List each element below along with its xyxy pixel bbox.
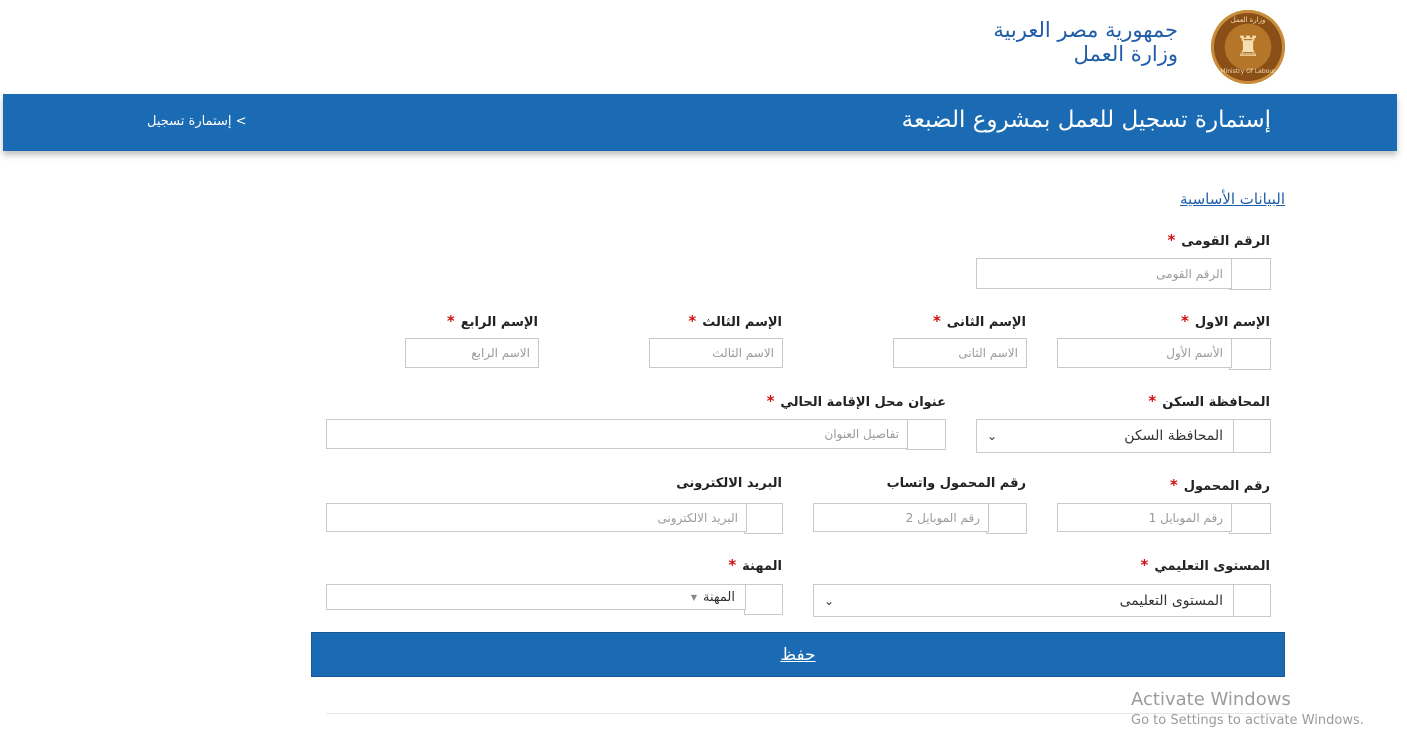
- first-name-placeholder: الأسم الأول: [1166, 346, 1223, 360]
- governorate-addon: [1232, 419, 1271, 453]
- first-name-input[interactable]: الأسم الأول: [1057, 338, 1232, 368]
- education-label-text: المستوى التعليمي: [1154, 559, 1270, 574]
- chevron-down-icon: ⌄: [824, 593, 835, 608]
- second-name-label-text: الإسم الثانى: [946, 315, 1026, 330]
- mobile-label-text: رقم المحمول: [1183, 479, 1270, 494]
- triangle-down-icon: ▼: [690, 592, 698, 602]
- education-select[interactable]: المستوى التعليمى ⌄: [813, 584, 1234, 617]
- governorate-select[interactable]: المحافظة السكن ⌄: [976, 419, 1234, 453]
- eagle-icon: ♜: [1235, 30, 1261, 63]
- whatsapp-label: رقم المحمول واتساب: [887, 476, 1026, 491]
- governorate-value: المحافظة السكن: [1124, 428, 1223, 444]
- chevron-down-icon: ⌄: [987, 429, 998, 443]
- education-addon: [1232, 584, 1271, 617]
- mobile-input[interactable]: رقم الموبايل 1: [1057, 503, 1232, 532]
- logo-bottom-text: Ministry Of Labour: [1220, 68, 1276, 75]
- logo-top-text: وزارة العمل: [1230, 16, 1266, 24]
- ministry-name: وزارة العمل: [1073, 42, 1178, 66]
- whatsapp-input[interactable]: رقم الموبايل 2: [813, 503, 989, 532]
- address-label-text: عنوان محل الإقامة الحالي: [780, 395, 946, 410]
- email-label-text: البريد الالكترونى: [676, 476, 782, 491]
- education-label: المستوى التعليمي *: [1140, 556, 1270, 574]
- second-name-input[interactable]: الاسم الثانى: [893, 338, 1027, 368]
- first-name-label-text: الإسم الاول: [1194, 315, 1270, 330]
- governorate-label-text: المحافظة السكن: [1162, 395, 1270, 410]
- required-marker: *: [688, 312, 697, 330]
- fourth-name-input[interactable]: الاسم الرابع: [405, 338, 539, 368]
- governorate-label: المحافظة السكن *: [1148, 392, 1270, 410]
- third-name-input[interactable]: الاسم الثالث: [649, 338, 783, 368]
- profession-label: المهنة *: [728, 556, 782, 574]
- fourth-name-placeholder: الاسم الرابع: [471, 346, 530, 360]
- first-name-label: الإسم الاول *: [1181, 312, 1270, 330]
- required-marker: *: [446, 312, 455, 330]
- address-placeholder: تفاصيل العنوان: [824, 427, 899, 441]
- email-label: البريد الالكترونى: [676, 476, 782, 491]
- first-name-addon: [1229, 338, 1271, 370]
- required-marker: *: [766, 392, 775, 410]
- required-marker: *: [932, 312, 941, 330]
- activate-windows-title: Activate Windows: [1131, 689, 1291, 710]
- required-marker: *: [1169, 476, 1178, 494]
- required-marker: *: [728, 556, 737, 574]
- country-name: جمهورية مصر العربية: [993, 18, 1178, 42]
- basic-data-link[interactable]: البيانات الأساسية: [1180, 190, 1285, 208]
- second-name-label: الإسم الثانى *: [933, 312, 1026, 330]
- address-input[interactable]: تفاصيل العنوان: [326, 419, 908, 449]
- activate-windows-subtitle: Go to Settings to activate Windows.: [1131, 713, 1364, 728]
- second-name-placeholder: الاسم الثانى: [958, 346, 1018, 360]
- profession-select[interactable]: المهنة ▼: [326, 584, 746, 610]
- fourth-name-label-text: الإسم الرابع: [460, 315, 538, 330]
- required-marker: *: [1148, 392, 1157, 410]
- mobile-placeholder: رقم الموبايل 1: [1148, 510, 1223, 525]
- national-id-placeholder: الرقم القومى: [1156, 266, 1223, 281]
- breadcrumb[interactable]: > إستمارة تسجيل: [147, 114, 247, 129]
- whatsapp-label-text: رقم المحمول واتساب: [886, 476, 1026, 491]
- third-name-label: الإسم الثالث *: [688, 312, 782, 330]
- profession-label-text: المهنة: [742, 559, 782, 574]
- mobile-addon: [1229, 503, 1271, 534]
- government-title: جمهورية مصر العربية وزارة العمل: [993, 18, 1178, 66]
- national-id-input[interactable]: الرقم القومى: [976, 258, 1232, 289]
- education-value: المستوى التعليمى: [1119, 592, 1223, 609]
- national-id-addon: [1229, 258, 1271, 290]
- required-marker: *: [1181, 312, 1189, 330]
- third-name-placeholder: الاسم الثالث: [712, 346, 774, 360]
- address-label: عنوان محل الإقامة الحالي *: [767, 392, 946, 410]
- address-addon: [906, 419, 946, 450]
- save-button[interactable]: حفظ: [311, 632, 1285, 677]
- profession-addon: [744, 584, 783, 615]
- profession-value: المهنة: [703, 589, 735, 605]
- required-marker: *: [1140, 556, 1149, 574]
- national-id-label: الرقم القومى *: [1167, 231, 1270, 249]
- email-input[interactable]: البريد الالكترونى: [326, 503, 747, 532]
- email-placeholder: البريد الالكترونى: [657, 510, 738, 525]
- third-name-label-text: الإسم الثالث: [702, 315, 782, 330]
- national-id-label-text: الرقم القومى: [1181, 234, 1270, 249]
- fourth-name-label: الإسم الرابع *: [447, 312, 538, 330]
- mobile-label: رقم المحمول *: [1170, 476, 1270, 494]
- required-marker: *: [1167, 231, 1176, 249]
- whatsapp-placeholder: رقم الموبايل 2: [905, 510, 980, 525]
- whatsapp-addon: [986, 503, 1027, 534]
- page-title: إستمارة تسجيل للعمل بمشروع الضبعة: [901, 107, 1271, 133]
- ministry-logo: وزارة العمل ♜ Ministry Of Labour: [1211, 10, 1285, 84]
- email-addon: [744, 503, 783, 534]
